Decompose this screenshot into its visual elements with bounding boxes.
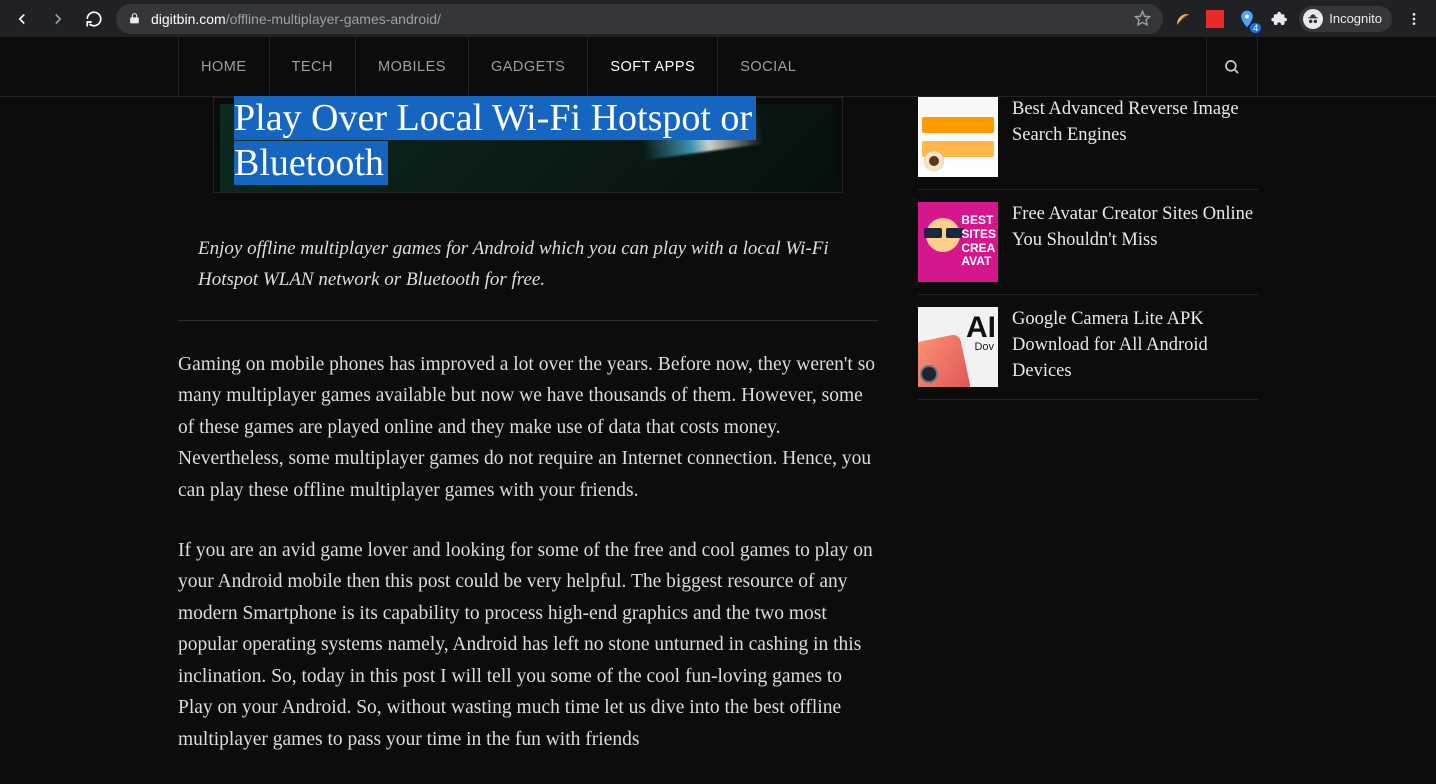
extension-icon-3[interactable]: 4 bbox=[1235, 7, 1259, 31]
hero-image: Play Over Local Wi-Fi Hotspot or Bluetoo… bbox=[220, 104, 836, 192]
extension-icon-2[interactable] bbox=[1203, 7, 1227, 31]
lock-icon bbox=[128, 12, 141, 25]
nav-item-soft-apps[interactable]: SOFT APPS bbox=[587, 37, 717, 96]
hero-title: Play Over Local Wi-Fi Hotspot or Bluetoo… bbox=[234, 96, 756, 186]
sidebar: Best Advanced Reverse Image Search Engin… bbox=[918, 97, 1258, 784]
extensions-menu-icon[interactable] bbox=[1267, 7, 1291, 31]
extension-badge: 4 bbox=[1250, 23, 1261, 33]
incognito-label: Incognito bbox=[1329, 11, 1382, 26]
sidebar-item[interactable]: AI Dov Google Camera Lite APK Download f… bbox=[918, 295, 1258, 400]
address-bar[interactable]: digitbin.com/offline-multiplayer-games-a… bbox=[116, 4, 1163, 34]
incognito-indicator[interactable]: Incognito bbox=[1299, 6, 1392, 32]
sidebar-thumb: BEST SITES CREA AVAT bbox=[918, 202, 998, 282]
nav-search-button[interactable] bbox=[1206, 37, 1258, 96]
thumb-sub: Dov bbox=[974, 341, 994, 353]
hero-title-line2: Bluetooth bbox=[234, 141, 388, 185]
forward-button[interactable] bbox=[44, 5, 72, 33]
sidebar-item[interactable]: BEST SITES CREA AVAT Free Avatar Creator… bbox=[918, 190, 1258, 295]
browser-toolbar: digitbin.com/offline-multiplayer-games-a… bbox=[0, 0, 1436, 37]
nav-item-gadgets[interactable]: GADGETS bbox=[468, 37, 587, 96]
sidebar-thumb: AI Dov bbox=[918, 307, 998, 387]
article-paragraph-2: If you are an avid game lover and lookin… bbox=[178, 535, 878, 756]
url-host: digitbin.com bbox=[151, 11, 226, 27]
nav-item-home[interactable]: HOME bbox=[178, 37, 269, 96]
back-button[interactable] bbox=[8, 5, 36, 33]
article-column: Play Over Local Wi-Fi Hotspot or Bluetoo… bbox=[178, 97, 878, 784]
hero-image-card: Play Over Local Wi-Fi Hotspot or Bluetoo… bbox=[213, 97, 843, 193]
url-path: /offline-multiplayer-games-android/ bbox=[226, 11, 441, 27]
url-text: digitbin.com/offline-multiplayer-games-a… bbox=[151, 11, 1124, 27]
nav-item-tech[interactable]: TECH bbox=[269, 37, 355, 96]
incognito-icon bbox=[1303, 9, 1323, 29]
sidebar-item[interactable]: Best Advanced Reverse Image Search Engin… bbox=[918, 97, 1258, 190]
hero-title-line1: Play Over Local Wi-Fi Hotspot or bbox=[234, 96, 756, 140]
sidebar-thumb bbox=[918, 97, 998, 177]
browser-menu-button[interactable] bbox=[1400, 5, 1428, 33]
nav-item-social[interactable]: SOCIAL bbox=[717, 37, 818, 96]
article-lede: Enjoy offline multiplayer games for Andr… bbox=[178, 233, 878, 321]
page-content: Play Over Local Wi-Fi Hotspot or Bluetoo… bbox=[178, 97, 1258, 784]
site-nav: HOME TECH MOBILES GADGETS SOFT APPS SOCI… bbox=[0, 37, 1436, 97]
bookmark-star-icon[interactable] bbox=[1134, 10, 1151, 27]
sidebar-item-title: Free Avatar Creator Sites Online You Sho… bbox=[1012, 202, 1258, 254]
thumb-text: BEST SITES CREA AVAT bbox=[961, 214, 996, 269]
article-paragraph-1: Gaming on mobile phones has improved a l… bbox=[178, 349, 878, 507]
sidebar-item-title: Best Advanced Reverse Image Search Engin… bbox=[1012, 97, 1258, 149]
reload-button[interactable] bbox=[80, 5, 108, 33]
nav-item-mobiles[interactable]: MOBILES bbox=[355, 37, 468, 96]
sidebar-item-title: Google Camera Lite APK Download for All … bbox=[1012, 307, 1258, 385]
thumb-letters: AI bbox=[966, 311, 996, 345]
extension-icon-1[interactable] bbox=[1171, 7, 1195, 31]
